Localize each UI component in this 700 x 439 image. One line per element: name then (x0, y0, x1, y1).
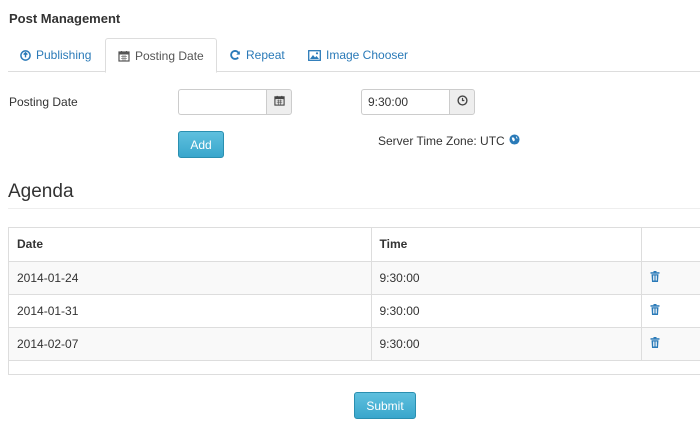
tab-label: Repeat (246, 48, 285, 62)
add-button[interactable]: Add (178, 131, 224, 158)
calendar-icon (273, 95, 285, 109)
divider (8, 208, 700, 209)
agenda-title: Agenda (8, 181, 74, 202)
time-cell: 9:30:00 (370, 327, 641, 361)
date-cell: 2014-01-31 (9, 294, 371, 328)
tab-publishing[interactable]: Publishing (8, 38, 103, 72)
date-cell: 2014-01-24 (9, 261, 371, 295)
timezone-text: Server Time Zone: UTC (378, 134, 505, 148)
posting-date-label: Posting Date (9, 95, 78, 109)
table-row: 2014-01-24 9:30:00 (9, 261, 700, 295)
trash-icon[interactable] (650, 270, 660, 282)
tab-image-chooser[interactable]: Image Chooser (296, 38, 420, 72)
tab-posting-date[interactable]: Posting Date (105, 38, 217, 73)
agenda-table: Date Time 2014-01-24 9:30:00 2014-01-31 … (8, 227, 700, 375)
time-cell: 9:30:00 (370, 261, 641, 295)
actions-cell (640, 327, 700, 361)
table-row: 2014-02-07 9:30:00 (9, 327, 700, 361)
trash-icon[interactable] (650, 303, 660, 315)
clock-button[interactable] (449, 89, 475, 115)
clock-icon (456, 95, 468, 109)
calendar-button[interactable] (266, 89, 292, 115)
column-header-date: Date (9, 228, 371, 262)
tab-label: Image Chooser (326, 48, 409, 62)
actions-cell (640, 294, 700, 328)
server-timezone: Server Time Zone: UTC (378, 134, 520, 148)
table-row: 2014-01-31 9:30:00 (9, 294, 700, 328)
column-header-actions (640, 228, 700, 262)
time-input-group (361, 89, 475, 115)
tab-repeat[interactable]: Repeat (217, 38, 297, 72)
globe-icon (509, 134, 520, 148)
refresh-icon (229, 49, 241, 61)
calendar-icon (118, 50, 130, 62)
image-icon (308, 49, 321, 61)
tab-bar: Publishing Posting Date Repeat Image Cho… (8, 38, 700, 73)
trash-icon[interactable] (650, 336, 660, 348)
time-cell: 9:30:00 (370, 294, 641, 328)
actions-cell (640, 261, 700, 295)
date-cell: 2014-02-07 (9, 327, 371, 361)
date-input-group (178, 89, 292, 115)
table-header-row: Date Time (9, 228, 700, 262)
tab-label: Posting Date (135, 48, 204, 63)
time-input[interactable] (361, 89, 449, 115)
column-header-time: Time (370, 228, 641, 262)
tab-label: Publishing (36, 48, 92, 62)
submit-button[interactable]: Submit (354, 392, 416, 419)
arrow-circle-icon (20, 49, 31, 61)
date-input[interactable] (178, 89, 266, 115)
page-title: Post Management (9, 11, 121, 26)
